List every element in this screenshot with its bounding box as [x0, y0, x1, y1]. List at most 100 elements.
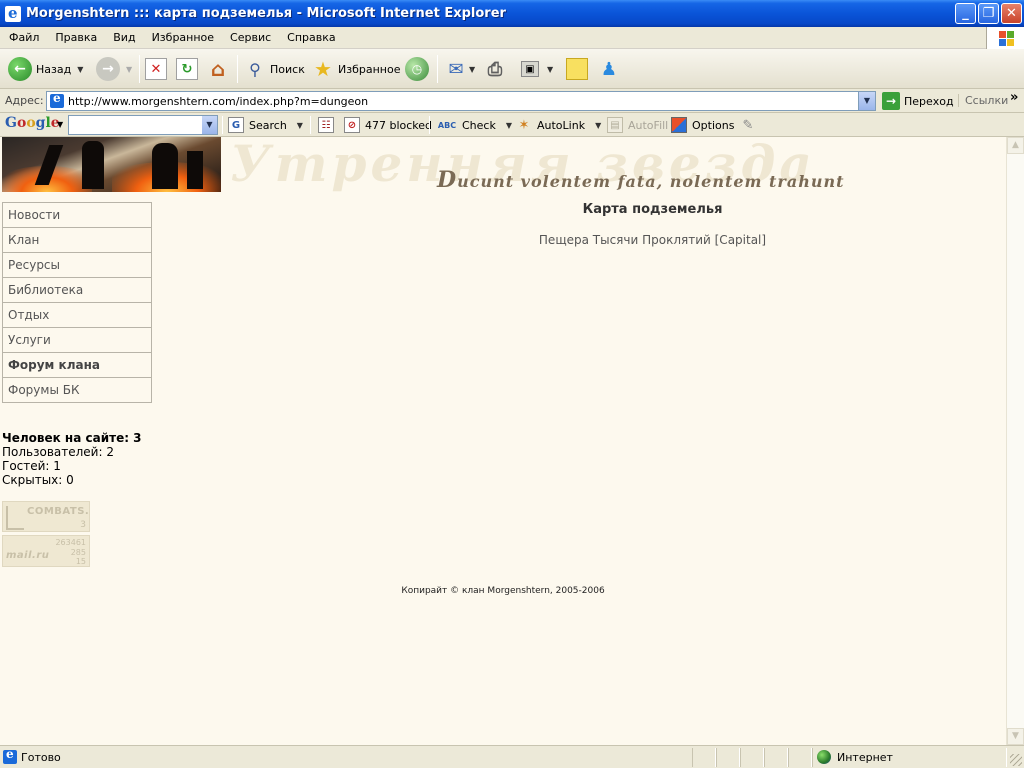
- title-bar[interactable]: Morgenshtern ::: карта подземелья - Micr…: [0, 0, 1024, 27]
- nav-item-leisure[interactable]: Отдых: [3, 303, 151, 328]
- online-stats: Человек на сайте: 3 Пользователей: 2 Гос…: [2, 431, 142, 487]
- menu-favorites[interactable]: Избранное: [144, 31, 222, 44]
- popup-blocked-icon: ⊘: [344, 117, 360, 133]
- search-icon: ⚲: [249, 59, 261, 79]
- spellcheck-button[interactable]: ABC Check ▼: [437, 117, 512, 133]
- resize-grip-icon[interactable]: [1010, 754, 1022, 766]
- forward-button[interactable]: → ▼: [96, 54, 132, 84]
- search-button[interactable]: ⚲ Поиск: [244, 54, 305, 84]
- autofill-label: AutoFill: [628, 118, 669, 132]
- nav-item-services[interactable]: Услуги: [3, 328, 151, 353]
- online-guests: Гостей: 1: [2, 459, 61, 473]
- note-icon: [566, 58, 588, 80]
- autolink-button[interactable]: ✶ AutoLink ▼: [516, 117, 602, 133]
- search-dropdown-icon[interactable]: ▼: [297, 121, 303, 130]
- printer-icon: ⎙: [487, 58, 503, 80]
- google-search-dropdown-icon[interactable]: ▼: [202, 116, 217, 134]
- popup-blocker-button[interactable]: ⊘ 477 blocked: [344, 117, 432, 133]
- pencil-icon: ✎: [742, 117, 754, 133]
- highlight-button[interactable]: ✎: [740, 117, 761, 133]
- google-search-input[interactable]: ▼: [68, 115, 218, 135]
- print-button[interactable]: ⎙: [484, 54, 506, 84]
- scroll-down-icon[interactable]: ▼: [1007, 728, 1024, 745]
- check-dropdown-icon[interactable]: ▼: [506, 121, 512, 130]
- combats-counter-value: 3: [80, 520, 86, 530]
- discuss-button[interactable]: [566, 54, 588, 84]
- online-hidden: Скрытых: 0: [2, 473, 74, 487]
- nav-item-library[interactable]: Библиотека: [3, 278, 151, 303]
- back-button[interactable]: ← Назад ▼: [8, 54, 83, 84]
- home-icon: ⌂: [210, 57, 226, 81]
- vertical-scrollbar[interactable]: ▲ ▼: [1006, 137, 1024, 745]
- address-dropdown-icon[interactable]: ▼: [858, 92, 875, 110]
- menu-help[interactable]: Справка: [279, 31, 343, 44]
- messenger-button[interactable]: ♟: [598, 54, 620, 84]
- stop-icon: ✕: [145, 58, 167, 80]
- address-bar: Адрес: http://www.morgenshtern.com/index…: [0, 89, 1024, 113]
- messenger-icon: ♟: [600, 58, 618, 80]
- menu-view[interactable]: Вид: [105, 31, 143, 44]
- online-users: Пользователей: 2: [2, 445, 114, 459]
- options-label: Options: [692, 118, 735, 132]
- status-bar: Готово Интернет: [0, 745, 1024, 768]
- nav-item-clan-forum[interactable]: Форум клана: [3, 353, 151, 378]
- favorites-button[interactable]: ★ Избранное: [312, 54, 400, 84]
- page-content: Утренняя звезда Ducunt volentem fata, no…: [0, 137, 1006, 745]
- nav-item-bk-forums[interactable]: Форумы БК: [3, 378, 151, 403]
- refresh-button[interactable]: ↻: [176, 54, 198, 84]
- scroll-up-icon[interactable]: ▲: [1007, 137, 1024, 154]
- window-title: Morgenshtern ::: карта подземелья - Micr…: [26, 6, 506, 21]
- back-dropdown-icon[interactable]: ▼: [77, 65, 83, 74]
- home-button[interactable]: ⌂: [207, 54, 229, 84]
- options-icon: [671, 117, 687, 133]
- back-label: Назад: [36, 62, 72, 76]
- motto-text: ucunt volentem fata, nolentem trahunt: [457, 172, 845, 191]
- address-input[interactable]: http://www.morgenshtern.com/index.php?m=…: [46, 91, 876, 111]
- toolbar-divider: [429, 116, 430, 134]
- close-button[interactable]: ✕: [1001, 3, 1022, 24]
- google-logo[interactable]: Google: [5, 115, 60, 131]
- security-zone[interactable]: Интернет: [817, 750, 893, 764]
- forward-dropdown-icon[interactable]: ▼: [126, 65, 132, 74]
- page-title: Карта подземелья: [582, 202, 723, 217]
- minimize-button[interactable]: _: [955, 3, 976, 24]
- menu-file[interactable]: Файл: [0, 31, 47, 44]
- combats-counter-badge[interactable]: COMBATS.RU 3: [2, 501, 90, 532]
- menu-tools[interactable]: Сервис: [222, 31, 279, 44]
- mailru-counter-badge[interactable]: 263461 mail.ru 285 15: [2, 535, 90, 567]
- menu-edit[interactable]: Правка: [47, 31, 105, 44]
- autolink-dropdown-icon[interactable]: ▼: [595, 121, 601, 130]
- mailru-counter-value-1: 285: [70, 548, 86, 557]
- nav-item-resources[interactable]: Ресурсы: [3, 253, 151, 278]
- refresh-icon: ↻: [176, 58, 198, 80]
- toolbar-divider: [139, 55, 140, 83]
- history-button[interactable]: ◷: [405, 54, 429, 84]
- google-search-button[interactable]: G Search ▼: [228, 117, 303, 133]
- mail-icon: ✉: [448, 58, 464, 80]
- maximize-button[interactable]: ❐: [978, 3, 999, 24]
- mail-button[interactable]: ✉ ▼: [445, 54, 475, 84]
- links-button[interactable]: Ссылки: [958, 94, 1008, 107]
- edit-page-icon: ▣: [521, 61, 539, 77]
- options-button[interactable]: Options: [671, 117, 734, 133]
- check-label: Check: [462, 118, 496, 132]
- edit-button[interactable]: ▣ ▼: [521, 54, 553, 84]
- autofill-button[interactable]: ▤ AutoFill: [607, 117, 668, 133]
- go-arrow-icon: →: [882, 92, 900, 110]
- mail-dropdown-icon[interactable]: ▼: [469, 65, 475, 74]
- bar-chart-icon: [6, 506, 24, 530]
- stop-button[interactable]: ✕: [145, 54, 167, 84]
- status-panel: [692, 748, 716, 767]
- go-button[interactable]: → Переход: [882, 92, 954, 110]
- dungeon-link[interactable]: Пещера Тысячи Проклятий [Capital]: [0, 233, 1006, 247]
- google-search-label: Search: [249, 118, 287, 132]
- status-panel: [764, 748, 788, 767]
- menu-bar: Файл Правка Вид Избранное Сервис Справка: [0, 27, 1024, 49]
- news-button[interactable]: ☷: [318, 117, 339, 133]
- address-url[interactable]: http://www.morgenshtern.com/index.php?m=…: [68, 95, 368, 108]
- news-icon: ☷: [318, 117, 334, 133]
- google-menu-dropdown-icon[interactable]: ▼: [57, 120, 63, 129]
- chevron-right-icon[interactable]: »: [1010, 90, 1018, 105]
- search-label: Поиск: [270, 62, 305, 76]
- edit-dropdown-icon[interactable]: ▼: [547, 65, 553, 74]
